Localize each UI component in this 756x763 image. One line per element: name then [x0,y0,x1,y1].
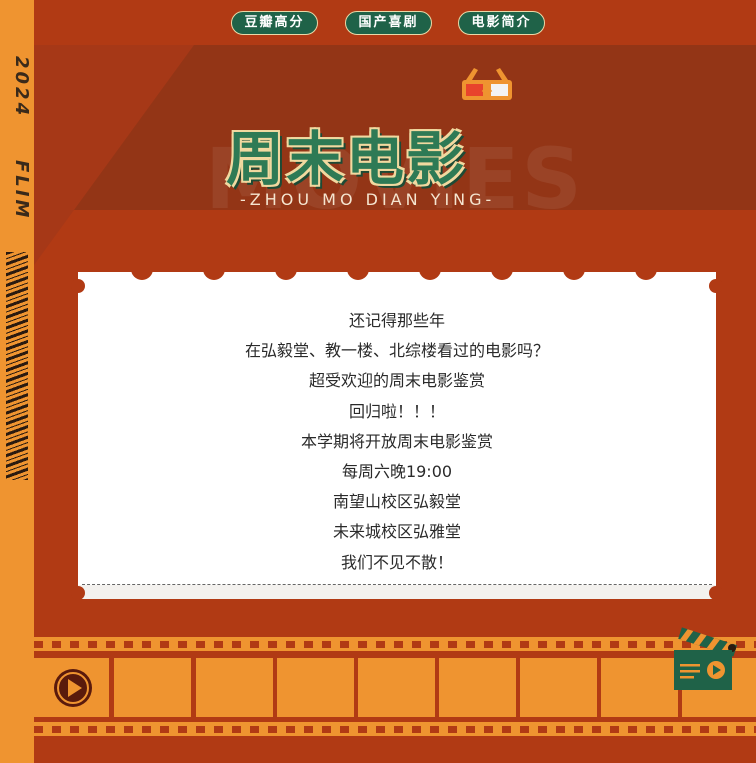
page-subtitle: -ZHOU MO DIAN YING- [240,190,496,209]
strip-year-text: 2024 [11,56,32,119]
film-sprocket-holes [34,726,756,733]
clapperboard-icon [674,627,738,690]
announcement-line: 在弘毅堂、教一楼、北综楼看过的电影吗？ [244,341,549,361]
card-scallop-edge [78,264,716,280]
nav-douban-top[interactable]: 豆瓣高分 [231,11,318,35]
film-strip-frames [32,655,756,718]
3d-glasses-icon [462,68,512,100]
film-sprocket-holes [34,641,756,648]
announcement-line: 还记得那些年 [348,311,445,330]
card-notch-tl [71,279,85,293]
card-notch-br [709,586,723,600]
page-title: 周末电影 [226,125,467,193]
announcement-line: 超受欢迎的周末电影鉴赏 [308,371,485,391]
announcement-line: 南望山校区弘毅堂 [332,492,461,512]
nav-movie-intro[interactable]: 电影简介 [458,11,545,35]
announcement-line: 每周六晚19:00 [341,462,453,482]
header-diagonal [34,45,194,265]
play-icon[interactable] [54,669,92,707]
barcode-graphic [6,252,28,480]
card-footer-strip [78,585,716,599]
nav-domestic-comedy[interactable]: 国产喜剧 [345,11,432,35]
card-notch-tr [709,279,723,293]
announcement-line: 本学期将开放周末电影鉴赏 [300,431,493,451]
left-decor-strip: 2024 FLIM [0,0,34,763]
announcement-line: 未来城校区弘雅堂 [332,522,461,542]
announcement-line: 回归啦！！！ [348,401,445,421]
announcement-text: 还记得那些年 在弘毅堂、教一楼、北综楼看过的电影吗？ 超受欢迎的周末电影鉴赏 回… [78,306,716,578]
strip-film-text: FLIM [11,160,32,221]
card-tear-line [82,584,712,585]
card-notch-bl [71,586,85,600]
top-nav: 豆瓣高分 国产喜剧 电影简介 [0,11,756,35]
announcement-line: 我们不见不散！ [340,552,453,572]
